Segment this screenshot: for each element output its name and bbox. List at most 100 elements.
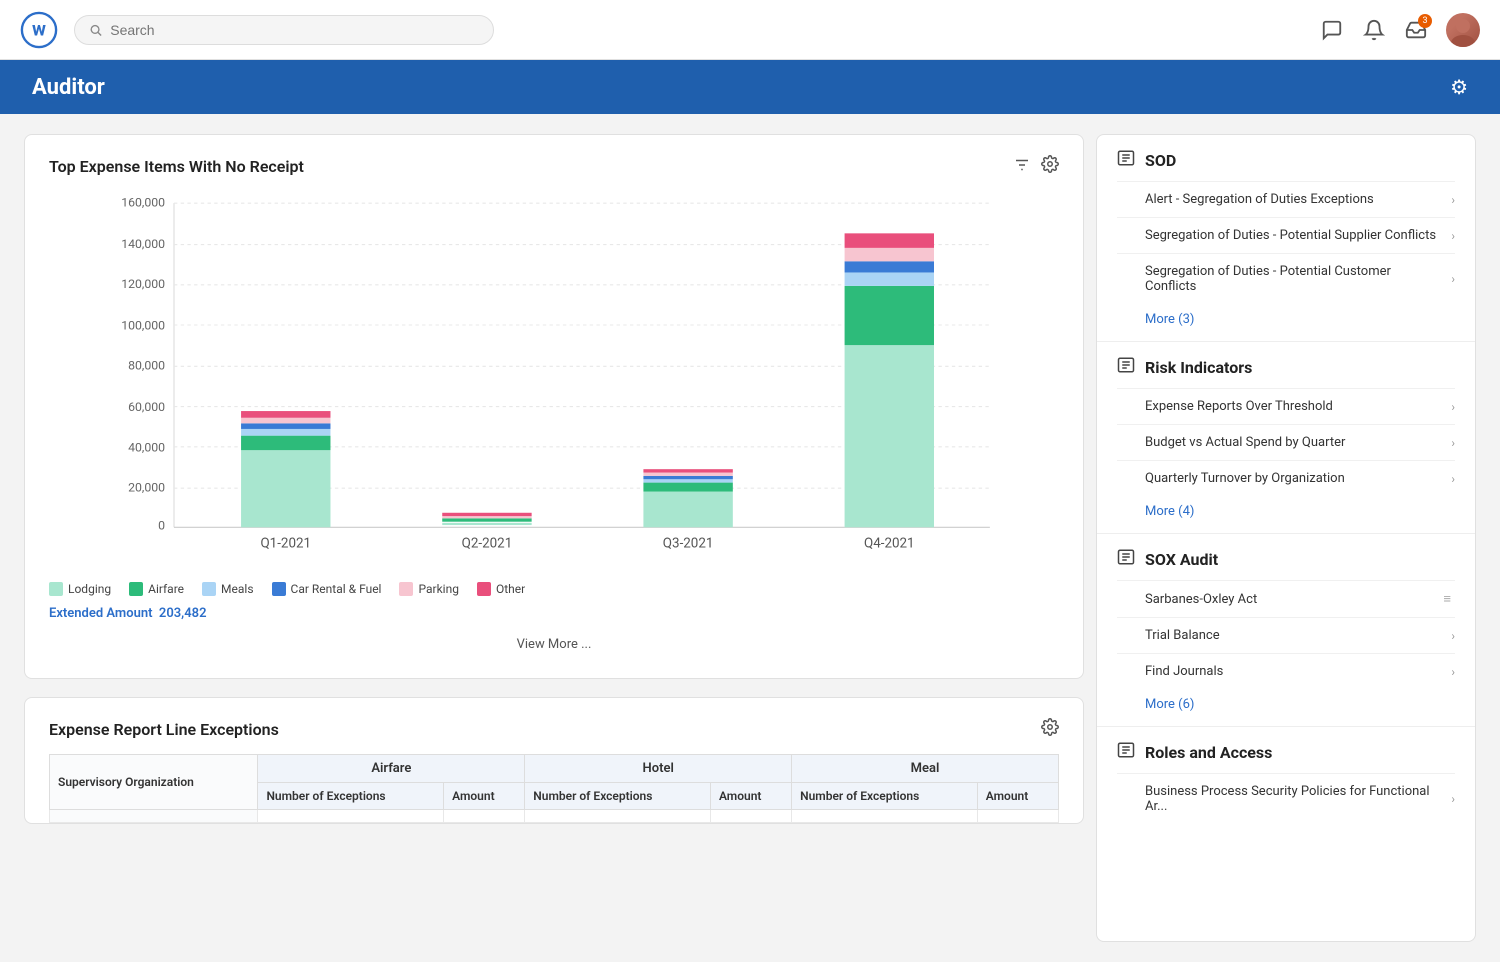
inbox-icon[interactable]: 3 xyxy=(1404,18,1428,42)
main-content: Top Expense Items With No Receipt xyxy=(0,114,1500,962)
section-sox-title-row: SOX Audit xyxy=(1117,548,1455,570)
chat-icon[interactable] xyxy=(1320,18,1344,42)
table-header-meal: Meal xyxy=(792,755,1059,783)
table-sub-airfare-exceptions: Number of Exceptions xyxy=(258,783,444,810)
risk-item-expense-label: Expense Reports Over Threshold xyxy=(1145,399,1451,414)
search-input[interactable] xyxy=(110,22,479,38)
sod-more-link[interactable]: More (3) xyxy=(1117,304,1455,337)
table-cell xyxy=(525,810,711,823)
svg-text:20,000: 20,000 xyxy=(128,482,165,496)
legend-other: Other xyxy=(477,582,525,596)
legend-label-meals: Meals xyxy=(221,582,253,596)
sox-item-sarbanes[interactable]: Sarbanes-Oxley Act ≡ xyxy=(1117,580,1455,617)
legend-car-rental: Car Rental & Fuel xyxy=(272,582,382,596)
table-cell xyxy=(444,810,525,823)
chart-title: Top Expense Items With No Receipt xyxy=(49,157,304,176)
chevron-right-icon: › xyxy=(1451,229,1455,243)
risk-item-budget[interactable]: Budget vs Actual Spend by Quarter › xyxy=(1117,424,1455,460)
risk-more-link[interactable]: More (4) xyxy=(1117,496,1455,529)
table-sub-meal-exceptions: Number of Exceptions xyxy=(792,783,978,810)
bar-chart: 160,000 140,000 120,000 100,000 80,000 6… xyxy=(49,192,1059,572)
section-sox-title: SOX Audit xyxy=(1145,550,1218,569)
risk-section-icon xyxy=(1117,356,1135,378)
sod-section-icon xyxy=(1117,149,1135,171)
user-avatar[interactable] xyxy=(1446,13,1480,47)
search-icon xyxy=(89,23,102,37)
sox-item-journals[interactable]: Find Journals › xyxy=(1117,653,1455,689)
roles-item-bpsp[interactable]: Business Process Security Policies for F… xyxy=(1117,773,1455,824)
table-settings-icon[interactable] xyxy=(1041,718,1059,740)
table-cell xyxy=(50,810,258,823)
notification-icon[interactable] xyxy=(1362,18,1386,42)
table-card-header: Expense Report Line Exceptions xyxy=(49,718,1059,740)
chart-area: 160,000 140,000 120,000 100,000 80,000 6… xyxy=(49,192,1059,572)
sox-section-icon xyxy=(1117,548,1135,570)
chart-settings-icon[interactable] xyxy=(1041,155,1059,178)
sod-item-alert[interactable]: Alert - Segregation of Duties Exceptions… xyxy=(1117,181,1455,217)
svg-text:Q3-2021: Q3-2021 xyxy=(663,536,714,551)
roles-section-icon xyxy=(1117,741,1135,763)
sod-item-supplier-label: Segregation of Duties - Potential Suppli… xyxy=(1145,228,1451,243)
section-roles: Roles and Access Business Process Securi… xyxy=(1097,727,1475,828)
chevron-right-icon: › xyxy=(1451,792,1455,806)
svg-text:Q1-2021: Q1-2021 xyxy=(260,536,311,551)
table-sub-hotel-amount: Amount xyxy=(710,783,791,810)
chart-card: Top Expense Items With No Receipt xyxy=(24,134,1084,679)
legend-lodging: Lodging xyxy=(49,582,111,596)
table-sub-meal-amount: Amount xyxy=(977,783,1058,810)
table-header-hotel: Hotel xyxy=(525,755,792,783)
svg-text:w: w xyxy=(32,17,46,40)
sod-item-customer[interactable]: Segregation of Duties - Potential Custom… xyxy=(1117,253,1455,304)
page-settings-icon[interactable]: ⚙ xyxy=(1450,75,1468,99)
table-card: Expense Report Line Exceptions Superviso… xyxy=(24,697,1084,824)
exceptions-table: Supervisory Organization Airfare Hotel M… xyxy=(49,754,1059,823)
inbox-badge: 3 xyxy=(1418,14,1432,28)
chart-actions xyxy=(1013,155,1059,178)
table-sub-hotel-exceptions: Number of Exceptions xyxy=(525,783,711,810)
table-cell xyxy=(792,810,978,823)
svg-text:100,000: 100,000 xyxy=(121,319,165,333)
sox-item-sarbanes-label: Sarbanes-Oxley Act xyxy=(1145,592,1443,607)
risk-item-expense[interactable]: Expense Reports Over Threshold › xyxy=(1117,388,1455,424)
section-risk-title: Risk Indicators xyxy=(1145,358,1252,377)
chart-legend: Lodging Airfare Meals Car Rental & Fuel … xyxy=(49,582,1059,596)
sod-item-supplier[interactable]: Segregation of Duties - Potential Suppli… xyxy=(1117,217,1455,253)
svg-text:160,000: 160,000 xyxy=(121,197,165,211)
sod-item-customer-label: Segregation of Duties - Potential Custom… xyxy=(1145,264,1451,294)
svg-text:Q4-2021: Q4-2021 xyxy=(864,536,915,551)
sox-item-trial[interactable]: Trial Balance › xyxy=(1117,617,1455,653)
risk-item-turnover[interactable]: Quarterly Turnover by Organization › xyxy=(1117,460,1455,496)
left-panel: Top Expense Items With No Receipt xyxy=(24,134,1096,942)
svg-text:Q2-2021: Q2-2021 xyxy=(462,536,513,551)
legend-dot-parking xyxy=(399,582,413,596)
table-cell xyxy=(977,810,1058,823)
section-risk-title-row: Risk Indicators xyxy=(1117,356,1455,378)
svg-text:140,000: 140,000 xyxy=(121,238,165,252)
logo[interactable]: w xyxy=(20,11,58,49)
legend-label-car-rental: Car Rental & Fuel xyxy=(291,582,382,596)
page-title: Auditor xyxy=(32,75,105,100)
section-sod-title: SOD xyxy=(1145,151,1176,170)
table-wrapper: Supervisory Organization Airfare Hotel M… xyxy=(49,754,1059,823)
extended-amount-label: Extended Amount xyxy=(49,606,152,621)
chart-filter-icon[interactable] xyxy=(1013,156,1031,178)
table-cell xyxy=(258,810,444,823)
sox-more-link[interactable]: More (6) xyxy=(1117,689,1455,722)
legend-dot-lodging xyxy=(49,582,63,596)
svg-text:80,000: 80,000 xyxy=(128,360,165,374)
section-sox: SOX Audit Sarbanes-Oxley Act ≡ Trial Bal… xyxy=(1097,534,1475,727)
extended-amount: Extended Amount 203,482 xyxy=(49,606,1059,621)
svg-text:40,000: 40,000 xyxy=(128,441,165,455)
view-more-button[interactable]: View More ... xyxy=(49,631,1059,658)
legend-parking: Parking xyxy=(399,582,458,596)
sox-item-icon: ≡ xyxy=(1443,591,1451,607)
section-roles-title: Roles and Access xyxy=(1145,743,1272,762)
table-row xyxy=(50,810,1059,823)
sox-item-trial-label: Trial Balance xyxy=(1145,628,1451,643)
chevron-right-icon: › xyxy=(1451,665,1455,679)
search-bar[interactable] xyxy=(74,15,494,45)
legend-label-airfare: Airfare xyxy=(148,582,184,596)
legend-meals: Meals xyxy=(202,582,253,596)
legend-dot-car-rental xyxy=(272,582,286,596)
legend-label-other: Other xyxy=(496,582,525,596)
